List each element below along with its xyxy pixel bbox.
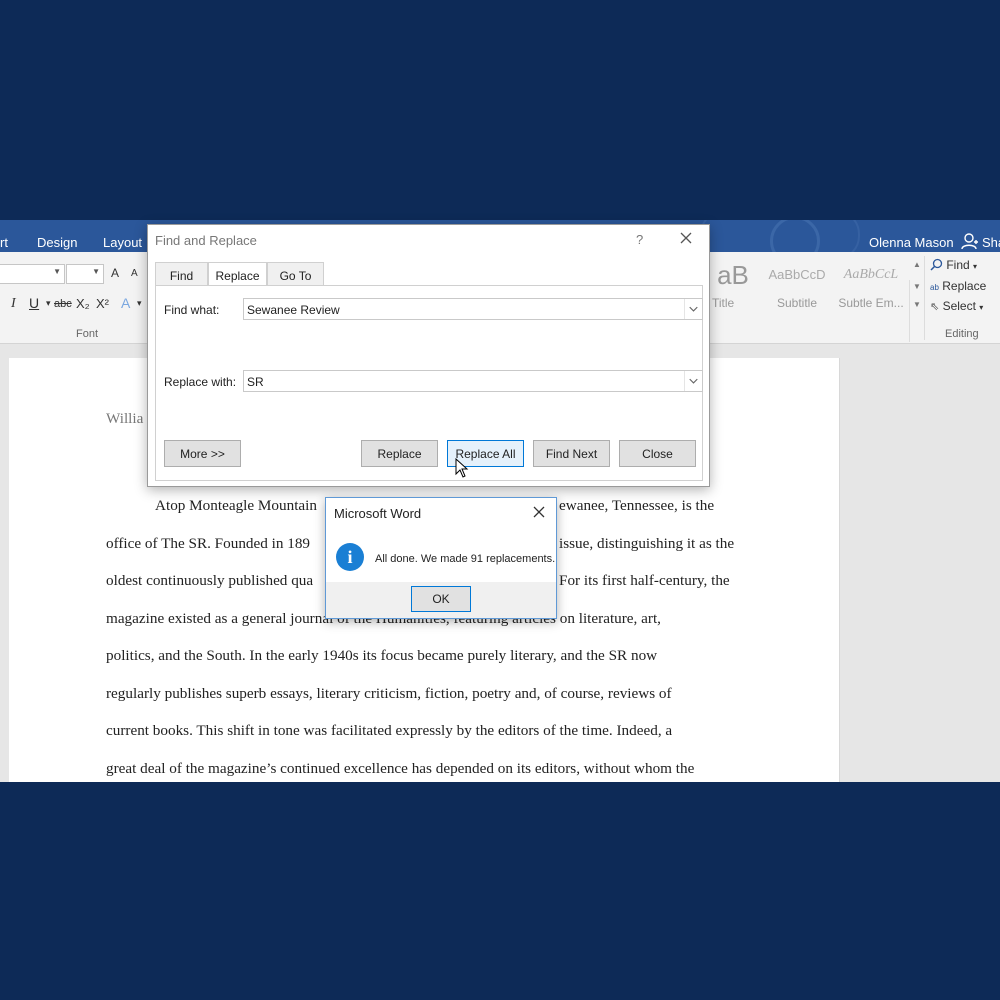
style-subtitle[interactable]: AaBbCcD Subtitle — [762, 260, 832, 318]
shrink-font-button[interactable]: A — [131, 268, 138, 279]
close-icon[interactable] — [532, 505, 546, 519]
style-name: Subtle Em... — [838, 296, 904, 310]
styles-gallery-scroll[interactable]: ▲ ▼ ▼ — [909, 260, 923, 342]
scroll-up-icon[interactable]: ▲ — [913, 260, 921, 269]
author-name: Willia — [106, 410, 144, 427]
message-box: Microsoft Word i All done. We made 91 re… — [325, 497, 557, 619]
ribbon-decoration-circle — [770, 220, 820, 252]
more-button[interactable]: More >> — [164, 440, 241, 467]
share-person-icon[interactable] — [961, 232, 979, 250]
paragraph-line: office of The SR. Founded in 189 — [106, 535, 311, 552]
paragraph-line: politics, and the South. In the early 19… — [106, 647, 658, 664]
paragraph-line-fragment: issue, distinguishing it as the — [559, 535, 735, 552]
tab-goto[interactable]: Go To — [267, 262, 324, 285]
message-box-header: Microsoft Word — [326, 498, 556, 528]
find-ribbon-button[interactable]: Find ▾ — [930, 258, 977, 272]
ok-button[interactable]: OK — [411, 586, 471, 612]
font-name-combo[interactable]: ▼ — [0, 264, 65, 284]
select-label: Select — [942, 299, 976, 313]
superscript-button[interactable]: X² — [96, 296, 109, 311]
style-name: Subtitle — [776, 296, 818, 310]
user-name[interactable]: Olenna Mason — [869, 235, 954, 250]
close-icon[interactable] — [678, 230, 694, 246]
group-divider — [924, 256, 925, 340]
tab-find[interactable]: Find — [155, 262, 208, 285]
select-ribbon-button[interactable]: ⇖ Select ▾ — [930, 299, 983, 313]
info-icon: i — [336, 543, 364, 571]
replace-with-value: SR — [247, 375, 264, 389]
find-label: Find — [946, 258, 970, 272]
tab-insert[interactable]: rt — [0, 235, 8, 250]
paragraph-line: oldest continuously published qua — [106, 572, 314, 589]
style-name: Title — [712, 296, 735, 310]
chevron-down-icon: ▼ — [53, 267, 61, 276]
paragraph-line: great deal of the magazine’s continued e… — [106, 760, 695, 777]
mouse-cursor-icon — [455, 458, 469, 478]
share-button[interactable]: Sha — [982, 235, 1000, 250]
chevron-down-icon[interactable] — [684, 299, 702, 319]
font-size-combo[interactable]: ▼ — [66, 264, 104, 284]
chevron-down-icon: ▼ — [92, 267, 100, 276]
replace-with-label: Replace with: — [164, 375, 237, 389]
replace-ribbon-button[interactable]: ab Replace — [930, 279, 986, 293]
tab-layout[interactable]: Layout — [103, 235, 142, 250]
replace-icon: ab — [930, 283, 939, 292]
text-effects-button[interactable]: A — [121, 295, 130, 311]
dialog-title: Find and Replace — [155, 233, 257, 248]
style-sample: AaBbCcL — [843, 267, 899, 282]
style-title[interactable]: aB Title — [708, 260, 758, 318]
style-sample: aB — [717, 260, 749, 290]
paragraph-line-fragment: For its first half-century, the — [559, 572, 730, 589]
find-replace-dialog: Find and Replace ? Find Replace Go To Fi… — [147, 224, 710, 487]
underline-button[interactable]: U — [29, 295, 39, 311]
chevron-down-icon[interactable] — [684, 371, 702, 391]
find-what-label: Find what: — [164, 303, 220, 317]
strikethrough-button[interactable]: abc — [54, 298, 72, 310]
dropdown-arrow-icon[interactable]: ▾ — [46, 298, 51, 309]
paragraph-line: current books. This shift in tone was fa… — [106, 722, 673, 739]
font-group-label: Font — [76, 328, 99, 340]
grow-font-button[interactable]: A — [111, 266, 119, 280]
style-subtle-emphasis[interactable]: AaBbCcL Subtle Em... — [836, 260, 906, 318]
gallery-more-icon[interactable]: ▼ — [913, 300, 921, 309]
replace-with-input[interactable]: SR — [243, 370, 703, 392]
dropdown-arrow-icon[interactable]: ▾ — [137, 298, 142, 309]
paragraph-line: regularly publishes superb essays, liter… — [106, 685, 672, 702]
chevron-down-icon: ▾ — [979, 303, 984, 312]
select-cursor-icon: ⇖ — [930, 301, 940, 313]
style-sample: AaBbCcD — [768, 267, 826, 282]
tab-design[interactable]: Design — [37, 235, 77, 250]
replace-panel: Find what: Sewanee Review Replace with: … — [155, 285, 703, 481]
tab-replace[interactable]: Replace — [208, 262, 267, 286]
chevron-down-icon: ▾ — [973, 262, 978, 271]
close-button[interactable]: Close — [619, 440, 696, 467]
find-what-value: Sewanee Review — [247, 303, 340, 317]
subscript-button[interactable]: X₂ — [76, 296, 90, 311]
search-icon — [930, 258, 943, 271]
message-text: All done. We made 91 replacements. — [375, 553, 556, 565]
paragraph-line-fragment: ewanee, Tennessee, is the — [559, 497, 715, 514]
message-box-body: i All done. We made 91 replacements. — [326, 528, 556, 582]
find-next-button[interactable]: Find Next — [533, 440, 610, 467]
replace-button[interactable]: Replace — [361, 440, 438, 467]
editing-group-label: Editing — [945, 328, 979, 340]
find-what-input[interactable]: Sewanee Review — [243, 298, 703, 320]
paragraph-line: Atop Monteagle Mountain — [155, 497, 317, 514]
message-box-title: Microsoft Word — [334, 506, 422, 521]
italic-button[interactable]: I — [11, 296, 16, 312]
help-button[interactable]: ? — [636, 232, 643, 247]
replace-label: Replace — [942, 279, 987, 293]
scroll-down-icon[interactable]: ▼ — [913, 282, 921, 291]
